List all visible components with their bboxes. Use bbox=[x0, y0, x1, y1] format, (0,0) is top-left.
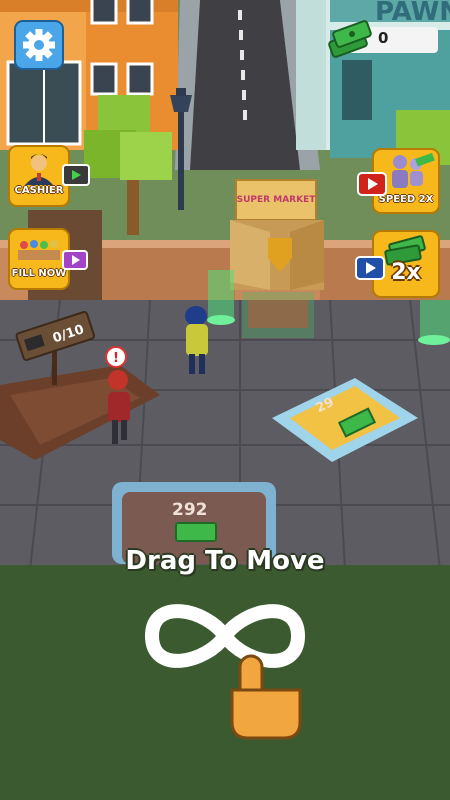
fill-now-button[interactable]: FILL NOW bbox=[8, 228, 70, 290]
play-icon bbox=[368, 178, 378, 190]
settings-button[interactable] bbox=[14, 20, 64, 70]
play-icon bbox=[72, 170, 81, 180]
cashier-button-label: CASHIER bbox=[14, 185, 64, 196]
supermarket-kiosk[interactable]: SUPER MARKET bbox=[230, 179, 324, 338]
video-ad-icon bbox=[355, 256, 385, 280]
play-icon bbox=[366, 262, 376, 274]
svg-text:!: ! bbox=[113, 351, 119, 366]
purchase-pad-value: 292 bbox=[172, 500, 208, 520]
shop-sign: SUPER MARKET bbox=[237, 195, 317, 205]
grass-foreground bbox=[0, 565, 450, 800]
purchase-pad-cash-icon bbox=[175, 522, 217, 542]
fill-now-button-bg bbox=[8, 228, 70, 290]
cashier-button-bg bbox=[8, 145, 70, 207]
cash-amount: 0 bbox=[378, 29, 389, 47]
video-ad-icon bbox=[62, 164, 90, 186]
tutorial-instruction: Drag To Move bbox=[125, 546, 325, 576]
video-ad-icon bbox=[357, 172, 387, 196]
cashier-button[interactable]: CASHIER bbox=[8, 145, 70, 207]
road-crossing bbox=[190, 150, 310, 168]
play-icon bbox=[72, 255, 80, 265]
game-scene[interactable]: PAWN SUPE bbox=[0, 0, 450, 800]
fill-now-button-label: FILL NOW bbox=[11, 268, 67, 279]
gear-icon bbox=[14, 20, 64, 70]
video-ad-icon bbox=[62, 250, 88, 270]
game-world[interactable]: PAWN SUPE bbox=[0, 0, 450, 800]
